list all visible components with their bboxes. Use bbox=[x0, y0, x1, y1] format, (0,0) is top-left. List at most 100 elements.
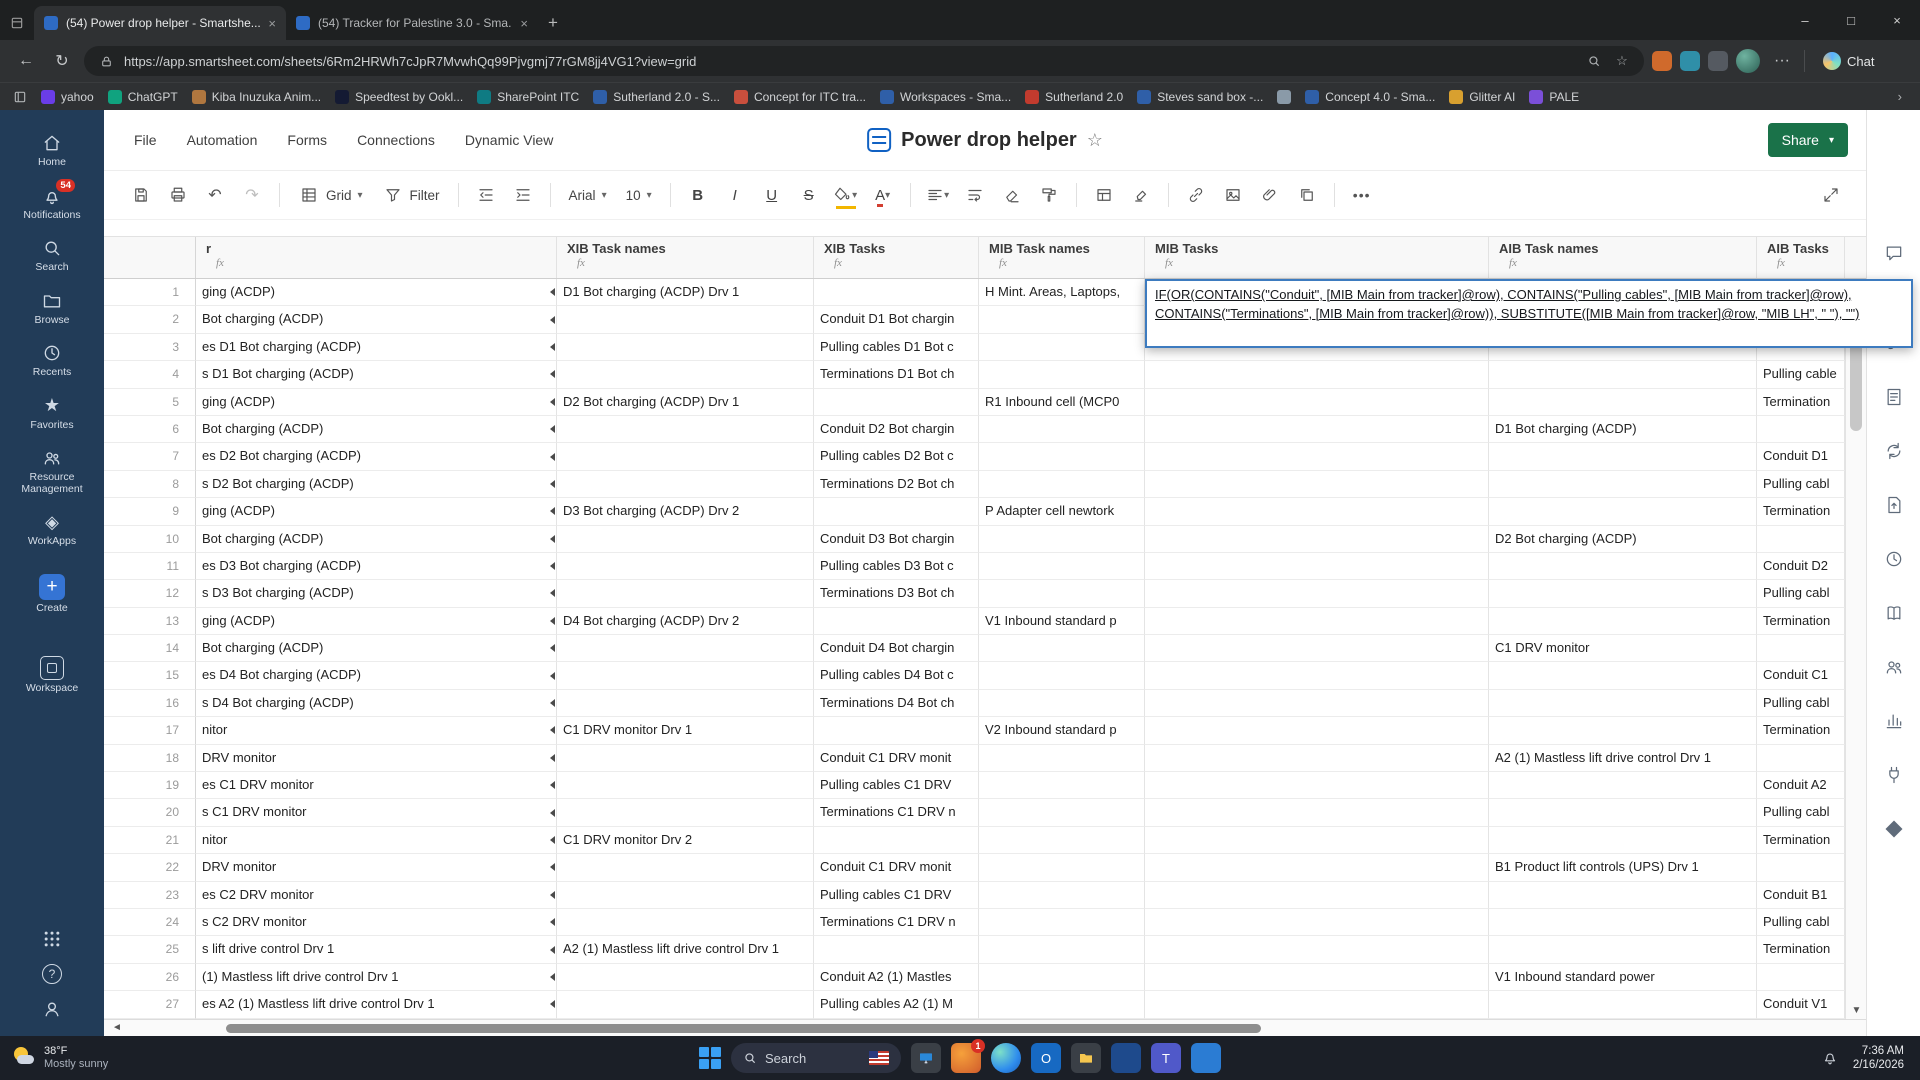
grid-cell[interactable] bbox=[979, 854, 1145, 882]
grid-cell[interactable] bbox=[1145, 415, 1489, 444]
row-number[interactable]: 27 bbox=[104, 991, 196, 1019]
zoom-icon[interactable] bbox=[1584, 51, 1604, 71]
font-family-select[interactable]: Arial ▾ bbox=[563, 184, 613, 207]
grid-cell[interactable] bbox=[1489, 662, 1757, 690]
bookmark-item[interactable]: PALE bbox=[1522, 87, 1586, 107]
row-number[interactable]: 13 bbox=[104, 607, 196, 636]
extension-icon[interactable] bbox=[1652, 51, 1672, 71]
grid-cell[interactable]: Pulling cables D2 Bot c bbox=[814, 443, 979, 471]
tab-close-icon[interactable]: × bbox=[268, 16, 276, 31]
grid-cell[interactable]: Conduit A2 bbox=[1757, 772, 1845, 800]
row-number[interactable]: 21 bbox=[104, 826, 196, 855]
grid-cell[interactable] bbox=[979, 799, 1145, 827]
sidebar-item-favorites[interactable]: ★ Favorites bbox=[0, 387, 104, 440]
grid-cell[interactable]: ging (ACDP) bbox=[196, 388, 557, 416]
grid-cell[interactable] bbox=[557, 908, 814, 937]
refresh-button[interactable]: ↻ bbox=[48, 47, 76, 75]
grid-cell[interactable]: H Mint. Areas, Laptops, bbox=[979, 279, 1145, 307]
grid-cell[interactable]: Conduit V1 bbox=[1757, 991, 1845, 1019]
font-size-select[interactable]: 10 ▾ bbox=[620, 184, 658, 207]
grid-cell[interactable] bbox=[979, 662, 1145, 690]
grid-cell[interactable]: Conduit D1 Bot chargin bbox=[814, 306, 979, 334]
taskbar-app-teams[interactable]: T bbox=[1151, 1043, 1181, 1073]
grid-cell[interactable] bbox=[1757, 635, 1845, 663]
underline-button[interactable]: U bbox=[757, 180, 787, 210]
grid-cell[interactable]: D4 Bot charging (ACDP) Drv 2 bbox=[557, 607, 814, 636]
grid-cell[interactable]: Bot charging (ACDP) bbox=[196, 306, 557, 334]
grid-cell[interactable] bbox=[979, 936, 1145, 964]
grid-cell[interactable]: Pulling cables D3 Bot c bbox=[814, 552, 979, 581]
expand-icon[interactable] bbox=[1816, 180, 1846, 210]
row-number[interactable]: 17 bbox=[104, 717, 196, 745]
row-number[interactable]: 9 bbox=[104, 498, 196, 526]
grid-cell[interactable] bbox=[979, 306, 1145, 334]
row-number[interactable]: 18 bbox=[104, 744, 196, 773]
grid-cell[interactable] bbox=[814, 498, 979, 526]
row-number[interactable]: 11 bbox=[104, 552, 196, 581]
grid-cell[interactable]: D2 Bot charging (ACDP) Drv 1 bbox=[557, 388, 814, 416]
grid-cell[interactable]: P Adapter cell newtork bbox=[979, 498, 1145, 526]
grid-cell[interactable]: DRV monitor bbox=[196, 744, 557, 773]
tab-actions-button[interactable] bbox=[0, 6, 34, 40]
clear-format-icon[interactable] bbox=[997, 180, 1027, 210]
grid-cell[interactable] bbox=[557, 443, 814, 471]
sidebar-item-search[interactable]: Search bbox=[0, 229, 104, 282]
grid-cell[interactable] bbox=[1145, 799, 1489, 827]
grid-cell[interactable]: s C2 DRV monitor bbox=[196, 908, 557, 937]
grid-cell[interactable]: Conduit C1 bbox=[1757, 662, 1845, 690]
publish-icon[interactable] bbox=[1883, 494, 1905, 516]
grid-cell[interactable]: Pulling cabl bbox=[1757, 580, 1845, 608]
grid-cell[interactable]: Conduit A2 (1) Mastles bbox=[814, 963, 979, 992]
summary-icon[interactable] bbox=[1883, 602, 1905, 624]
grid-cell[interactable]: s C1 DRV monitor bbox=[196, 799, 557, 827]
grid-cell[interactable] bbox=[1145, 772, 1489, 800]
grid-cell[interactable]: Pulling cables D4 Bot c bbox=[814, 662, 979, 690]
contacts-icon[interactable] bbox=[1883, 656, 1905, 678]
close-button[interactable]: × bbox=[1874, 0, 1920, 40]
ai-sparkle-icon[interactable] bbox=[1883, 818, 1905, 840]
column-header[interactable]: AIB Tasks fx bbox=[1757, 237, 1845, 278]
grid-cell[interactable]: Terminations D2 Bot ch bbox=[814, 470, 979, 499]
row-number[interactable]: 10 bbox=[104, 525, 196, 553]
grid-cell[interactable] bbox=[1489, 470, 1757, 499]
row-number[interactable]: 8 bbox=[104, 470, 196, 499]
grid-cell[interactable] bbox=[1145, 881, 1489, 909]
browser-tab-active[interactable]: (54) Power drop helper - Smartshe... × bbox=[34, 6, 286, 40]
grid-cell[interactable]: es C2 DRV monitor bbox=[196, 881, 557, 909]
grid-cell[interactable] bbox=[557, 744, 814, 773]
grid-cell[interactable] bbox=[1145, 744, 1489, 773]
grid-cell[interactable]: Bot charging (ACDP) bbox=[196, 635, 557, 663]
row-number[interactable]: 12 bbox=[104, 580, 196, 608]
link-icon[interactable] bbox=[1181, 180, 1211, 210]
grid-cell[interactable]: Terminations C1 DRV n bbox=[814, 908, 979, 937]
grid-cell[interactable] bbox=[979, 744, 1145, 773]
grid-cell[interactable]: V2 Inbound standard p bbox=[979, 717, 1145, 745]
row-number[interactable]: 16 bbox=[104, 689, 196, 718]
bookmarks-overflow-icon[interactable]: › bbox=[1890, 89, 1910, 104]
highlight-icon[interactable] bbox=[1126, 180, 1156, 210]
grid-cell[interactable] bbox=[979, 470, 1145, 499]
outdent-icon[interactable] bbox=[471, 180, 501, 210]
grid-cell[interactable] bbox=[1489, 908, 1757, 937]
grid-cell[interactable] bbox=[1145, 826, 1489, 855]
grid-cell[interactable]: Pulling cabl bbox=[1757, 799, 1845, 827]
grid-cell[interactable] bbox=[1489, 881, 1757, 909]
grid-cell[interactable]: (1) Mastless lift drive control Drv 1 bbox=[196, 963, 557, 992]
bookmark-item[interactable] bbox=[1270, 87, 1298, 107]
taskbar-app-files[interactable] bbox=[1071, 1043, 1101, 1073]
grid-cell[interactable]: s lift drive control Drv 1 bbox=[196, 936, 557, 964]
grid-cell[interactable] bbox=[979, 963, 1145, 992]
grid-cell[interactable] bbox=[1145, 854, 1489, 882]
tab-close-icon[interactable]: × bbox=[520, 16, 528, 31]
taskbar-app-edge[interactable] bbox=[991, 1043, 1021, 1073]
grid-cell[interactable] bbox=[814, 936, 979, 964]
menu-automation[interactable]: Automation bbox=[187, 132, 258, 148]
menu-connections[interactable]: Connections bbox=[357, 132, 435, 148]
grid-cell[interactable] bbox=[557, 881, 814, 909]
grid-cell[interactable] bbox=[1489, 607, 1757, 636]
attachment-icon[interactable] bbox=[1255, 180, 1285, 210]
grid-cell[interactable] bbox=[557, 963, 814, 992]
bookmark-item[interactable]: ChatGPT bbox=[101, 87, 185, 107]
minimize-button[interactable]: – bbox=[1782, 0, 1828, 40]
grid-cell[interactable]: Termination bbox=[1757, 498, 1845, 526]
